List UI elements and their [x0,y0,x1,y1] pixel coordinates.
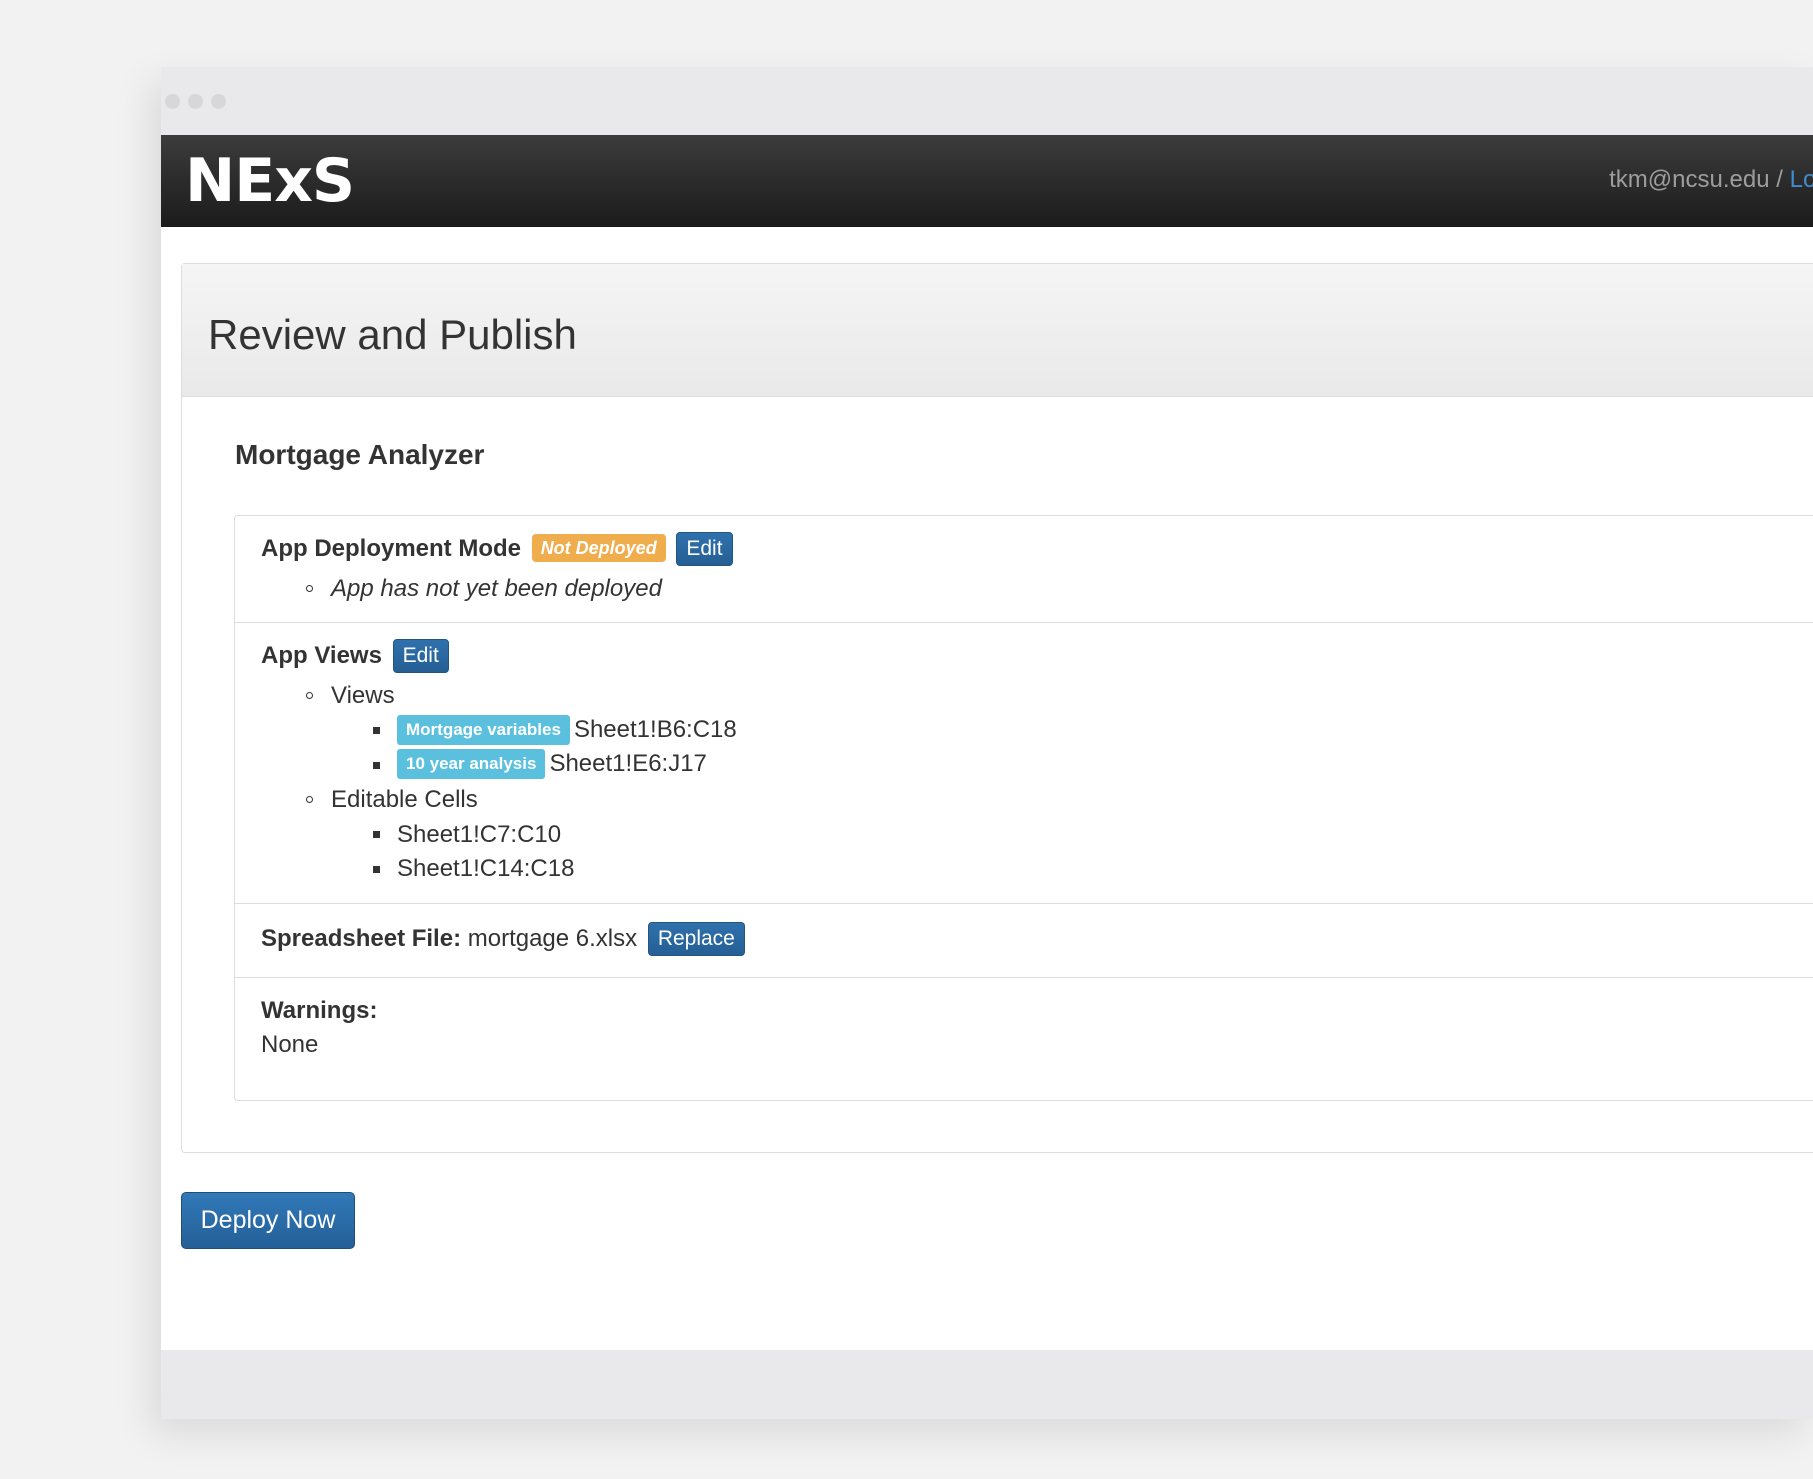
list-bullet [373,727,380,734]
list-bullet [306,585,313,592]
spreadsheet-file-row: Spreadsheet File: mortgage 6.xlsx Replac… [261,922,745,956]
editable-cell-range: Sheet1!C7:C10 [397,821,562,848]
view-badge: Mortgage variables [397,715,570,745]
user-separator: / [1769,166,1790,193]
edit-views-button[interactable]: Edit [392,639,449,673]
spreadsheet-file-label: Spreadsheet File: [261,925,462,952]
deployment-status-badge: Not Deployed [531,534,666,562]
deployment-mode-heading: App Deployment Mode [261,535,522,562]
list-bullet [373,762,380,769]
window-dot-minimize[interactable] [188,94,203,109]
brand-logo-text: NExS [185,146,355,216]
app-name: Mortgage Analyzer [235,439,485,470]
views-label: Views [331,682,395,709]
list-bullet [306,796,313,803]
window-dot-maximize[interactable] [211,94,226,109]
warnings-label: Warnings: [261,997,378,1024]
user-email: tkm@ncsu.edu [1609,166,1770,193]
deployment-note: App has not yet been deployed [331,575,662,602]
app-views-section: App Views Edit Views Mortgage variables S… [235,623,1813,904]
top-navbar: NExS tkm@ncsu.edu / Logout [161,135,1813,227]
review-panel: Review and Publish Mortgage Analyzer App… [181,263,1813,1153]
brand-logo[interactable]: NExS [185,146,355,216]
spreadsheet-file-section: Spreadsheet File: mortgage 6.xlsx Replac… [235,904,1813,978]
warnings-section: Warnings: None [235,978,1813,1100]
deployment-mode-section: App Deployment Mode Not Deployed Edit Ap… [235,516,1813,623]
deployment-mode-row: App Deployment Mode Not Deployed Edit [261,532,733,566]
review-list: App Deployment Mode Not Deployed Edit Ap… [234,515,1813,1101]
view-item: Mortgage variables Sheet1!B6:C18 [397,715,737,745]
window-dot-close[interactable] [165,94,180,109]
footer-bar [161,1350,1813,1419]
deploy-now-button[interactable]: Deploy Now [181,1192,355,1249]
browser-window: NExS tkm@ncsu.edu / Logout Review and Pu… [161,67,1813,1419]
page-title: Review and Publish [208,311,577,358]
user-menu: tkm@ncsu.edu / Logout [1609,166,1813,194]
edit-deployment-button[interactable]: Edit [676,532,733,566]
panel-heading: Review and Publish [182,264,1813,397]
logout-link[interactable]: Logout [1790,166,1813,193]
view-badge: 10 year analysis [397,749,546,779]
list-bullet [373,831,380,838]
view-item: 10 year analysis Sheet1!E6:J17 [397,749,707,779]
warnings-value: None [261,1031,319,1058]
replace-file-button[interactable]: Replace [647,922,745,956]
list-bullet [306,692,313,699]
editable-cells-label: Editable Cells [331,786,478,813]
app-views-row: App Views Edit [261,639,449,673]
editable-cell-range: Sheet1!C14:C18 [397,855,575,882]
app-views-heading: App Views [261,642,382,669]
view-range: Sheet1!E6:J17 [549,750,707,777]
view-range: Sheet1!B6:C18 [573,716,737,743]
list-bullet [373,866,380,873]
spreadsheet-filename: mortgage 6.xlsx [467,925,638,952]
window-chrome [161,67,1813,135]
